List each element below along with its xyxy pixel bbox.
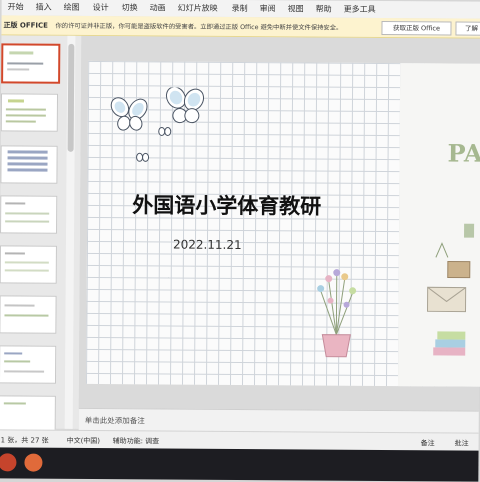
notes-placeholder[interactable]: 单击此处添加备注 [85,415,145,426]
tab-review[interactable]: 审阅 [260,3,276,14]
comments-toggle-button[interactable]: 批注 [455,439,469,449]
powerpoint-taskbar-icon[interactable] [0,453,17,472]
windows-taskbar [0,447,479,482]
decor-illustration [427,223,475,356]
wps-taskbar-icon[interactable] [24,453,43,472]
tab-insert[interactable]: 插入 [36,2,52,13]
tab-draw[interactable]: 绘图 [64,2,80,13]
slide-editing-area: 外国语小学体育教研 2022.11.21 PA [78,35,480,411]
powerpoint-window: 开始 插入 绘图 设计 切换 动画 幻灯片放映 录制 审阅 视图 帮助 更多工具… [0,0,480,482]
slide-title[interactable]: 外国语小学体育教研 [132,189,321,220]
slide-thumbnail-1[interactable] [1,43,61,84]
warning-title: 正版 OFFICE [3,21,49,30]
learn-more-button[interactable]: 了解 [455,21,480,36]
tab-more-tools[interactable]: 更多工具 [344,4,376,15]
tab-view[interactable]: 视图 [288,3,304,14]
slide-thumbnail-7[interactable] [0,345,57,384]
current-slide[interactable]: 外国语小学体育教研 2022.11.21 PA [85,60,480,387]
slide-count: 1 张，共 27 张 [0,436,49,445]
side-heading: PA [447,138,480,168]
slide-thumbnail-6[interactable] [0,295,57,334]
tab-record[interactable]: 录制 [232,3,248,14]
slide-date[interactable]: 2022.11.21 [173,238,242,252]
warning-message: 你的许可证并非正版，你可能是盗版软件的受害者。立即通过正版 Office 避免中… [55,22,343,32]
accessibility-checker[interactable]: 辅助功能: 调查 [113,436,160,446]
get-genuine-office-button[interactable]: 获取正版 Office [381,20,452,36]
tab-design[interactable]: 设计 [93,2,109,13]
slide-thumbnail-pane [0,35,82,434]
slide-thumbnail-4[interactable] [0,195,58,234]
slide-thumbnail-3[interactable] [0,145,58,184]
slide-thumbnail-2[interactable] [0,93,59,132]
flower-pot-illustration [317,269,357,358]
language-indicator[interactable]: 中文(中国) [67,436,101,446]
tab-transitions[interactable]: 切换 [122,2,138,13]
slide-thumbnail-8[interactable] [0,395,56,434]
butterfly-illustration [110,87,205,162]
tab-help[interactable]: 帮助 [316,4,332,15]
notes-toggle-button[interactable]: 备注 [421,438,435,448]
thumbnail-scrollbar[interactable] [64,35,76,429]
tab-animations[interactable]: 动画 [150,2,166,13]
scrollbar-thumb[interactable] [67,43,75,152]
tab-home[interactable]: 开始 [8,1,24,12]
slide-thumbnail-5[interactable] [0,245,57,284]
tab-slideshow[interactable]: 幻灯片放映 [178,3,218,14]
